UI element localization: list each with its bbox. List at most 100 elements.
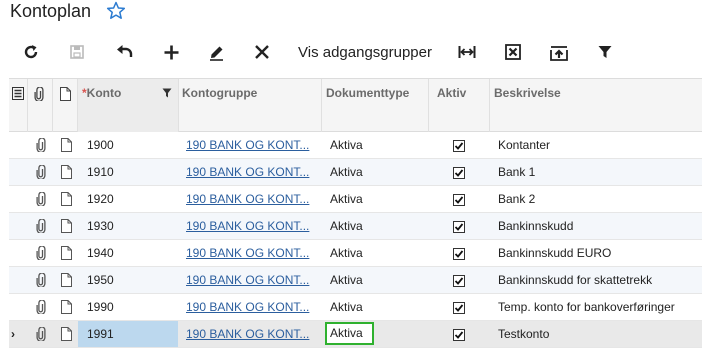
attachment-icon[interactable] [36, 218, 48, 235]
cell-kontogruppe-link[interactable]: 190 BANK OG KONT... [186, 213, 318, 239]
plus-icon [164, 45, 178, 59]
table-row[interactable]: 1910 190 BANK OG KONT... Aktiva Bank 1 [9, 159, 702, 186]
delete-button[interactable] [251, 36, 273, 68]
cell-beskrivelse[interactable]: Bank 1 [498, 159, 702, 185]
accounts-grid: *Konto Kontogruppe Dokumenttype Aktiv Be… [9, 78, 702, 348]
aktiv-checkbox[interactable] [453, 220, 465, 233]
table-row[interactable]: 1990 190 BANK OG KONT... Aktiva Temp. konto… [9, 294, 702, 321]
cell-dokumenttype[interactable]: Aktiva [330, 132, 420, 158]
document-icon[interactable] [61, 192, 73, 206]
table-row[interactable]: 1940 190 BANK OG KONT... Aktiva Bankinnskud… [9, 240, 702, 267]
upload-icon [550, 45, 568, 61]
document-icon[interactable] [61, 165, 73, 179]
cell-kontogruppe-link[interactable]: 190 BANK OG KONT... [186, 240, 318, 266]
konto-header-label: Konto [86, 86, 122, 100]
cell-dokumenttype[interactable]: Aktiva [330, 213, 420, 239]
filter-icon [598, 46, 612, 58]
cell-beskrivelse[interactable]: Bankinnskudd for skattetrekk [498, 267, 702, 293]
cell-kontogruppe-link[interactable]: 190 BANK OG KONT... [186, 132, 318, 158]
aktiv-checkbox[interactable] [453, 166, 465, 179]
undo-button[interactable] [112, 36, 136, 68]
refresh-icon [24, 45, 38, 59]
attachment-icon[interactable] [36, 137, 48, 154]
cell-beskrivelse[interactable]: Bankinnskudd [498, 213, 702, 239]
column-header-beskrivelse[interactable]: Beskrivelse [494, 79, 694, 132]
cell-konto[interactable]: 1930 [78, 213, 178, 239]
grid-header: *Konto Kontogruppe Dokumenttype Aktiv Be… [9, 78, 702, 132]
cell-konto[interactable]: 1991 [78, 321, 178, 347]
table-row[interactable]: 1950 190 BANK OG KONT... Aktiva Bankinnskud… [9, 267, 702, 294]
document-icon[interactable] [61, 219, 73, 233]
cell-konto[interactable]: 1940 [78, 240, 178, 266]
cell-dokumenttype[interactable]: Aktiva [330, 267, 420, 293]
attachment-icon[interactable] [36, 245, 48, 262]
cell-konto[interactable]: 1990 [78, 294, 178, 320]
column-header-konto[interactable]: *Konto [78, 79, 178, 132]
page-title: Kontoplan [10, 1, 92, 21]
aktiv-checkbox[interactable] [453, 193, 465, 206]
aktiv-checkbox[interactable] [453, 247, 465, 260]
save-button[interactable] [66, 36, 88, 68]
column-header-aktiv[interactable]: Aktiv [437, 79, 487, 132]
cell-dokumenttype[interactable]: Aktiva [330, 240, 420, 266]
access-groups-button[interactable]: Vis adgangsgrupper [296, 36, 434, 68]
cell-konto[interactable]: 1950 [78, 267, 178, 293]
aktiv-checkbox[interactable] [453, 328, 465, 341]
cell-beskrivelse[interactable]: Temp. konto for bankoverføringer [498, 294, 702, 320]
fit-columns-button[interactable] [455, 36, 479, 68]
cell-dokumenttype[interactable]: Aktiva [330, 159, 420, 185]
cell-konto[interactable]: 1910 [78, 159, 178, 185]
aktiv-checkbox[interactable] [453, 274, 465, 287]
aktiv-checkbox[interactable] [453, 139, 465, 152]
document-icon[interactable] [61, 138, 73, 152]
document-icon[interactable] [61, 300, 73, 314]
export-excel-button[interactable] [501, 36, 525, 68]
add-button[interactable] [160, 36, 182, 68]
close-icon [255, 45, 269, 59]
cell-kontogruppe-link[interactable]: 190 BANK OG KONT... [186, 159, 318, 185]
cell-konto[interactable]: 1920 [78, 186, 178, 212]
table-row[interactable]: › 1991 190 BANK OG KONT... Aktiva Testkonto [9, 321, 702, 348]
table-row[interactable]: 1900 190 BANK OG KONT... Aktiva Kontanter [9, 132, 702, 159]
cell-kontogruppe-link[interactable]: 190 BANK OG KONT... [186, 186, 318, 212]
cell-konto[interactable]: 1900 [78, 132, 178, 158]
cell-beskrivelse[interactable]: Bankinnskudd EURO [498, 240, 702, 266]
document-header-icon [60, 87, 72, 101]
attachment-icon[interactable] [36, 326, 48, 343]
table-row[interactable]: 1930 190 BANK OG KONT... Aktiva Bankinnskud… [9, 213, 702, 240]
attachment-icon[interactable] [36, 299, 48, 316]
cell-kontogruppe-link[interactable]: 190 BANK OG KONT... [186, 267, 318, 293]
row-settings-icon[interactable] [12, 87, 24, 101]
title-bar: Kontoplan [0, 0, 702, 28]
column-header-dokumenttype[interactable]: Dokumenttype [326, 79, 426, 132]
cell-beskrivelse[interactable]: Testkonto [498, 321, 702, 347]
table-row[interactable]: 1920 190 BANK OG KONT... Aktiva Bank 2 [9, 186, 702, 213]
cell-dokumenttype[interactable]: Aktiva [330, 186, 420, 212]
cell-kontogruppe-link[interactable]: 190 BANK OG KONT... [186, 321, 318, 347]
cell-beskrivelse[interactable]: Kontanter [498, 132, 702, 158]
attachment-icon[interactable] [36, 191, 48, 208]
attachment-icon[interactable] [36, 272, 48, 289]
upload-button[interactable] [547, 36, 571, 68]
star-icon[interactable] [106, 1, 126, 21]
document-icon[interactable] [61, 273, 73, 287]
cell-dokumenttype-editor[interactable]: Aktiva [325, 322, 374, 345]
filter-button[interactable] [593, 36, 617, 68]
cell-kontogruppe-link[interactable]: 190 BANK OG KONT... [186, 294, 318, 320]
attachment-icon[interactable] [36, 164, 48, 181]
cell-dokumenttype[interactable]: Aktiva [330, 294, 420, 320]
undo-icon [116, 45, 132, 57]
save-icon [70, 45, 84, 59]
edit-button[interactable] [204, 36, 228, 68]
document-icon[interactable] [61, 246, 73, 260]
document-icon[interactable] [61, 327, 73, 341]
column-header-kontogruppe[interactable]: Kontogruppe [182, 79, 322, 132]
filter-icon[interactable] [162, 87, 172, 101]
cell-beskrivelse[interactable]: Bank 2 [498, 186, 702, 212]
toolbar: Vis adgangsgrupper [0, 36, 702, 70]
current-row-indicator: › [11, 327, 15, 341]
fit-columns-icon [458, 46, 476, 58]
aktiv-checkbox[interactable] [453, 301, 465, 314]
pencil-icon [209, 46, 223, 61]
refresh-button[interactable] [20, 36, 42, 68]
